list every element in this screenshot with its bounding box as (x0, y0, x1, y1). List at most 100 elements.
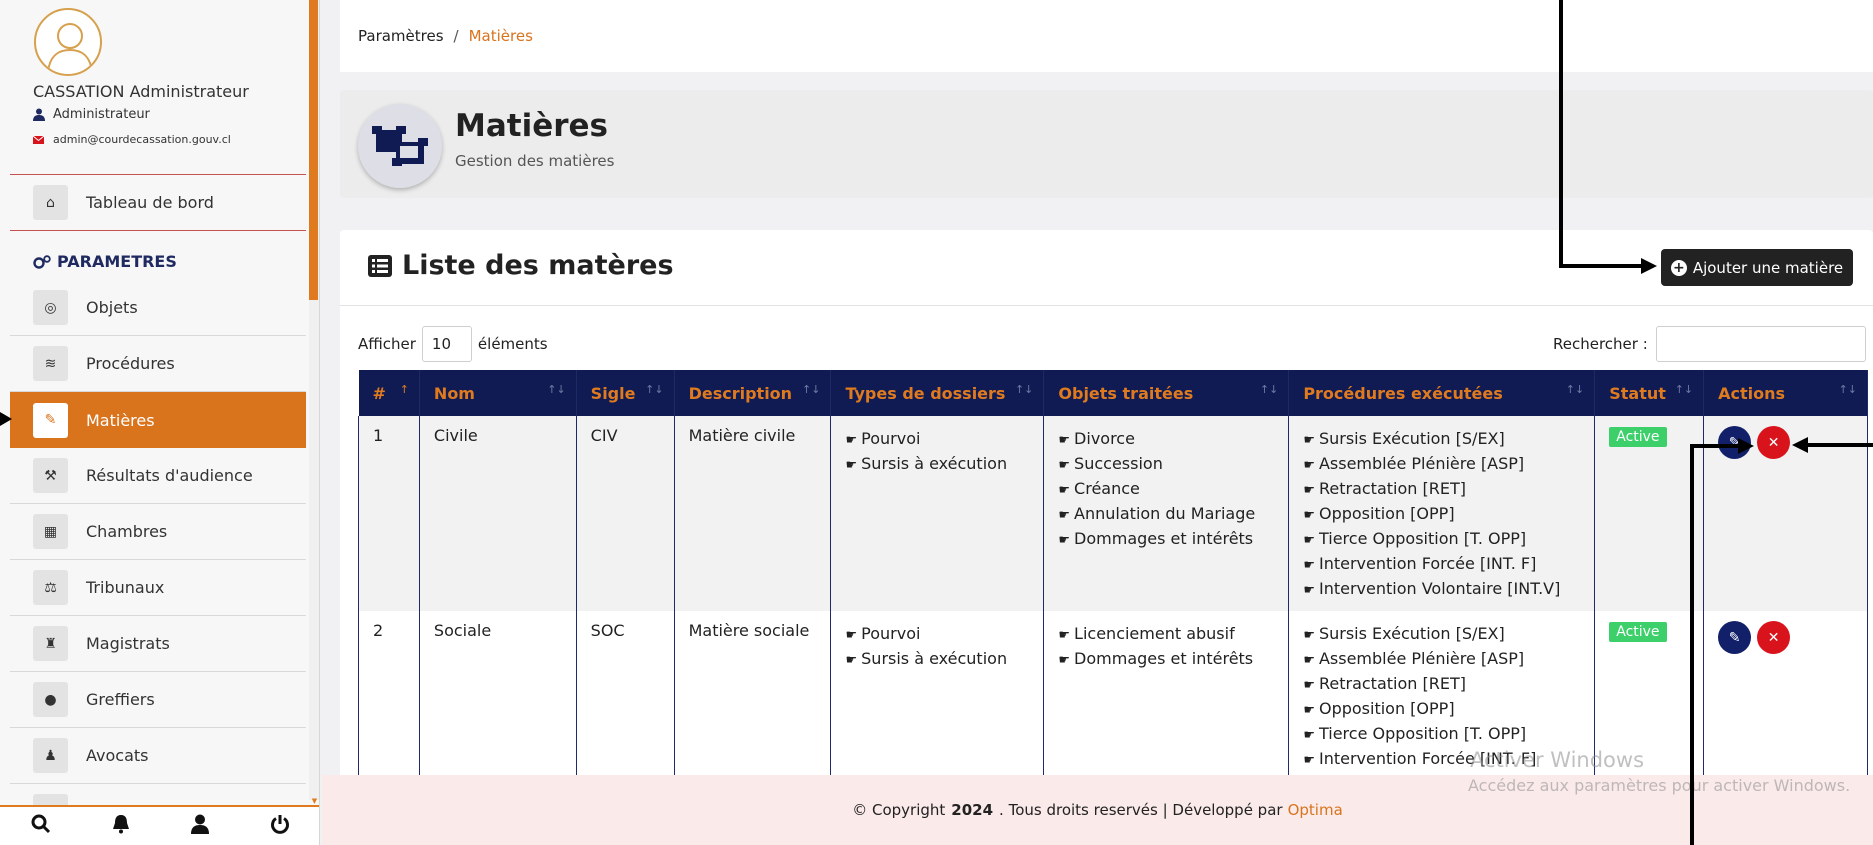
close-icon: ✕ (1767, 434, 1780, 451)
sidebar-item-dashboard[interactable]: ⌂ Tableau de bord (10, 175, 306, 231)
edit-button[interactable]: ✎ (1718, 621, 1752, 654)
cogs-icon (33, 254, 51, 269)
column-header-nom[interactable]: Nom ↑↓ (419, 370, 577, 416)
sidebar-item-avocats[interactable]: ♟ Avocats (10, 728, 306, 784)
page-subtitle: Gestion des matières (455, 152, 615, 170)
sidebar-item-greffiers[interactable]: ● Greffiers (10, 672, 306, 728)
column-header-statut[interactable]: Statut ↑↓ (1594, 370, 1705, 416)
hand-point-icon: ☛ (1303, 703, 1315, 718)
power-icon[interactable] (270, 814, 290, 839)
list-item: ☛ Sursis Exécution [S/EX] (1303, 429, 1505, 448)
list-item: ☛ Dommages et intérêts (1058, 529, 1254, 548)
user-role: Administrateur (33, 107, 150, 122)
list-item: ☛ Pourvoi (845, 429, 921, 448)
add-matiere-button[interactable]: + Ajouter une matière (1661, 249, 1853, 286)
bell-icon[interactable] (112, 814, 130, 839)
sidebar-item-chambres[interactable]: ▦ Chambres (10, 504, 306, 560)
windows-watermark-title: Activer Windows (1470, 748, 1645, 772)
list-title: Liste des matères (368, 250, 674, 281)
hand-point-icon: ☛ (1303, 483, 1315, 498)
footer-copyright: © Copyright (852, 801, 946, 819)
sidebar-item-matieres[interactable]: ✎ Matières (10, 392, 306, 448)
hand-point-icon: ☛ (1303, 678, 1315, 693)
sidebar-item-label: Magistrats (86, 634, 170, 653)
sidebar-item-magistrats[interactable]: ♜ Magistrats (10, 616, 306, 672)
column-header-actions[interactable]: Actions ↑↓ (1703, 370, 1868, 416)
user-icon[interactable] (190, 814, 209, 839)
hand-point-icon: ☛ (1303, 533, 1315, 548)
cell-actions: ✎ ✕ (1703, 611, 1868, 781)
sidebar-item-label: Tableau de bord (86, 193, 214, 212)
annotation-arrowhead-icon (1641, 258, 1657, 274)
cell-types: ☛ Pourvoi ☛ Sursis à exécution (830, 611, 1045, 781)
breadcrumb: Paramètres / Matières (340, 0, 1873, 72)
delete-button[interactable]: ✕ (1757, 621, 1791, 654)
sort-icon: ↑↓ (1014, 383, 1034, 396)
user-email-label: admin@courdecassation.gouv.cl (53, 133, 231, 146)
building-icon: ▦ (33, 514, 68, 549)
column-header-objets[interactable]: Objets traitées ↑↓ (1043, 370, 1290, 416)
page-length-select[interactable]: 10 (421, 326, 472, 362)
list-item: ☛ Tierce Opposition [T. OPP] (1303, 529, 1527, 548)
hand-point-icon: ☛ (845, 433, 858, 448)
hand-point-icon: ☛ (1058, 653, 1071, 668)
hand-point-icon: ☛ (1303, 728, 1315, 743)
cell-description: Matière sociale (673, 611, 832, 781)
status-badge: Active (1609, 622, 1667, 642)
hand-point-icon: ☛ (845, 458, 858, 473)
table-row: 1 Civile CIV Matière civile ☛ Pourvoi ☛ Su… (358, 416, 1868, 611)
annotation-arrowhead-icon (1792, 437, 1808, 453)
user-name: CASSATION Administrateur (33, 82, 249, 101)
list-item: ☛ Sursis à exécution (845, 649, 1008, 668)
cell-nom: Civile (418, 416, 577, 611)
list-item: ☛ Licenciement abusif (1058, 624, 1235, 643)
sort-icon: ↑↓ (1838, 383, 1857, 396)
footer-brand-link[interactable]: Optima (1288, 801, 1343, 819)
list-item: ☛ Sursis Exécution [S/EX] (1303, 624, 1505, 643)
plus-circle-icon: + (1670, 259, 1687, 276)
sidebar-bottom-toolbar (0, 805, 319, 845)
sidebar-item-objets[interactable]: ◎ Objets (10, 280, 306, 336)
sidebar-item-procedures[interactable]: ≋ Procédures (10, 336, 306, 392)
hand-point-icon: ☛ (1058, 483, 1071, 498)
sidebar-item-resultats[interactable]: ⚒ Résultats d'audience (10, 448, 306, 504)
sort-icon: ↑ (399, 383, 409, 396)
scroll-down-arrow-icon[interactable]: ▼ (309, 797, 319, 805)
sidebar-section-title: PARAMETRES (33, 252, 177, 271)
breadcrumb-current: Matières (468, 27, 533, 45)
sidebar-scrollbar-thumb[interactable] (309, 0, 318, 300)
list-item: ☛ Pourvoi (845, 624, 921, 643)
cell-num: 1 (358, 416, 420, 611)
list-item: ☛ Tierce Opposition [T. OPP] (1303, 724, 1527, 743)
column-header-procedures[interactable]: Procédures exécutées ↑↓ (1288, 370, 1596, 416)
show-suffix: éléments (477, 335, 548, 353)
page-header: Matières Gestion des matières (340, 90, 1873, 198)
column-header-description[interactable]: Description ↑↓ (674, 370, 832, 416)
sidebar-item-label: Objets (86, 298, 138, 317)
hand-point-icon: ☛ (1058, 433, 1071, 448)
column-header-sigle[interactable]: Sigle ↑↓ (576, 370, 675, 416)
hand-point-icon: ☛ (1303, 558, 1315, 573)
list-item: ☛ Dommages et intérêts (1058, 649, 1254, 668)
column-header-types[interactable]: Types de dossiers ↑↓ (830, 370, 1045, 416)
page-title: Matières (455, 108, 609, 144)
search-icon[interactable] (31, 814, 51, 839)
breadcrumb-parent[interactable]: Paramètres (358, 27, 444, 45)
sidebar-item-tribunaux[interactable]: ⚖ Tribunaux (10, 560, 306, 616)
user-role-label: Administrateur (53, 107, 150, 122)
sidebar: ▼ CASSATION Administrateur Administrateu… (0, 0, 320, 845)
user-icon: ● (33, 682, 68, 717)
sort-icon: ↑↓ (802, 383, 821, 396)
hand-point-icon: ☛ (845, 653, 858, 668)
delete-button[interactable]: ✕ (1757, 426, 1791, 459)
page-length-control: Afficher 10 éléments (358, 326, 548, 362)
search-input[interactable] (1655, 326, 1866, 362)
windows-watermark-text: Accédez aux paramètres pour activer Wind… (1468, 776, 1851, 795)
hand-point-icon: ☛ (1303, 628, 1315, 643)
list-icon (368, 254, 392, 277)
avatar (34, 8, 102, 76)
column-header-num[interactable]: # ↑ (358, 370, 420, 416)
list-item: ☛ Succession (1058, 454, 1163, 473)
close-icon: ✕ (1767, 629, 1780, 646)
list-item: ☛ Opposition [OPP] (1303, 699, 1455, 718)
